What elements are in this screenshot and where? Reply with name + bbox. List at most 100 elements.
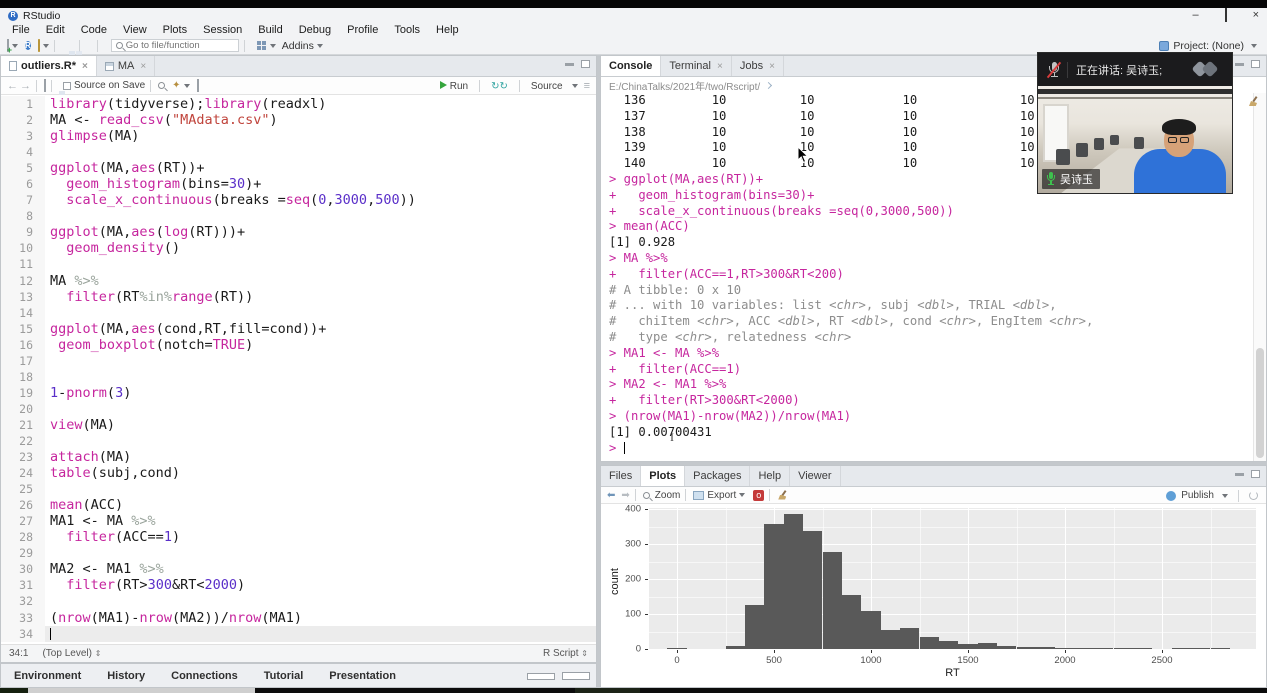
source-button[interactable]: Source	[531, 81, 563, 92]
menu-view[interactable]: View	[115, 24, 155, 36]
tab-tutorial[interactable]: Tutorial	[251, 670, 317, 682]
plot-back-icon[interactable]: ⬅	[607, 490, 615, 501]
editor-maximize-icon[interactable]	[581, 60, 590, 68]
source-on-save-checkbox[interactable]	[63, 82, 71, 90]
plots-maximize-icon[interactable]	[1251, 470, 1260, 478]
console-tab-console[interactable]: Console	[601, 56, 661, 76]
code-line: 11	[1, 256, 596, 272]
tab-presentation[interactable]: Presentation	[316, 670, 409, 682]
console-scrollbar-thumb[interactable]	[1256, 348, 1264, 458]
code-tools-icon[interactable]: ✦	[172, 80, 180, 91]
refresh-plot-icon[interactable]	[1249, 491, 1258, 500]
close-tab-icon[interactable]: ×	[82, 61, 88, 72]
line-number: 9	[1, 224, 45, 240]
plot-forward-icon[interactable]: ➡	[621, 490, 629, 501]
plots-minimize-icon[interactable]	[1235, 473, 1244, 476]
new-project-button[interactable]: R	[25, 40, 31, 51]
find-icon[interactable]	[158, 82, 165, 89]
rerun-button[interactable]: ↻↻	[491, 81, 508, 92]
open-file-caret[interactable]	[43, 44, 49, 48]
menu-edit[interactable]: Edit	[38, 24, 73, 36]
menu-code[interactable]: Code	[73, 24, 115, 36]
nav-back-icon[interactable]: ←	[7, 80, 18, 92]
chair	[1056, 149, 1070, 165]
scope-selector[interactable]: (Top Level) ⇕	[42, 648, 101, 659]
participant-name-badge: 吴诗玉	[1042, 169, 1100, 189]
editor-minimize-icon[interactable]	[565, 63, 574, 66]
editor-tab-ma[interactable]: MA ×	[97, 56, 155, 76]
code-editor[interactable]: 1library(tidyverse);library(readxl)2MA <…	[1, 96, 596, 644]
menu-help[interactable]: Help	[428, 24, 467, 36]
code-line: 23attach(MA)	[1, 449, 596, 465]
y-axis-title: count	[609, 568, 621, 595]
menu-build[interactable]: Build	[250, 24, 290, 36]
code-tools-caret[interactable]	[184, 84, 190, 88]
tab-history[interactable]: History	[94, 670, 158, 682]
maximize-button[interactable]	[1225, 9, 1227, 21]
editor-tab-label: MA	[118, 60, 135, 72]
line-number: 3	[1, 128, 45, 144]
console-scrollbar[interactable]	[1253, 93, 1266, 461]
plots-tab-packages[interactable]: Packages	[685, 466, 750, 486]
publish-button[interactable]: Publish	[1181, 490, 1214, 501]
new-file-caret[interactable]	[12, 44, 18, 48]
menu-debug[interactable]: Debug	[291, 24, 339, 36]
addins-button[interactable]: Addins	[282, 40, 314, 52]
menu-plots[interactable]: Plots	[155, 24, 195, 36]
compile-report-icon[interactable]	[197, 80, 199, 91]
menu-tools[interactable]: Tools	[386, 24, 428, 36]
meeting-overlay[interactable]: 正在讲话: 吴诗玉; 吴诗玉	[1037, 52, 1233, 194]
console-tab-terminal[interactable]: Terminal×	[661, 56, 731, 76]
goto-file-input[interactable]	[126, 40, 234, 51]
addins-caret[interactable]	[317, 44, 323, 48]
source-caret[interactable]	[572, 84, 578, 88]
remove-plot-button[interactable]: o	[753, 490, 764, 501]
clear-plots-icon[interactable]	[777, 490, 788, 501]
lower-maximize-icon[interactable]	[562, 672, 590, 680]
code-line: 8	[1, 208, 596, 224]
cwd-goto-icon[interactable]	[765, 81, 772, 88]
line-number: 33	[1, 610, 45, 626]
tab-connections[interactable]: Connections	[158, 670, 251, 682]
plots-tab-plots[interactable]: Plots	[641, 466, 685, 486]
console-tab-jobs[interactable]: Jobs×	[732, 56, 784, 76]
popout-icon[interactable]	[44, 80, 46, 91]
zoom-button[interactable]: Zoom	[655, 490, 681, 501]
menu-session[interactable]: Session	[195, 24, 250, 36]
close-tab-icon[interactable]: ×	[717, 61, 723, 72]
menu-profile[interactable]: Profile	[339, 24, 386, 36]
plots-tab-viewer[interactable]: Viewer	[790, 466, 840, 486]
code-line: 2MA <- read_csv("MAdata.csv")	[1, 112, 596, 128]
outline-icon[interactable]: ≡	[584, 80, 590, 92]
mic-muted-icon[interactable]	[1047, 61, 1061, 79]
panes-layout-caret[interactable]	[270, 44, 276, 48]
export-caret[interactable]	[739, 493, 745, 497]
publish-caret[interactable]	[1222, 494, 1228, 498]
line-number: 27	[1, 513, 45, 529]
close-tab-icon[interactable]: ×	[140, 61, 146, 72]
line-number: 7	[1, 192, 45, 208]
x-tick-label: 500	[766, 655, 782, 666]
plots-tab-help[interactable]: Help	[750, 466, 790, 486]
open-file-button[interactable]	[38, 40, 40, 51]
new-file-button[interactable]	[7, 40, 9, 51]
tab-environment[interactable]: Environment	[1, 670, 94, 682]
nav-forward-icon[interactable]: →	[20, 80, 31, 92]
panes-layout-button[interactable]	[257, 41, 267, 51]
editor-tab-outliersr[interactable]: outliers.R*×	[1, 56, 97, 76]
minimize-button[interactable]: –	[1192, 9, 1198, 21]
lower-restore-icon[interactable]	[527, 673, 555, 680]
console-maximize-icon[interactable]	[1251, 60, 1260, 68]
close-tab-icon[interactable]: ×	[769, 61, 775, 72]
menu-file[interactable]: File	[4, 24, 38, 36]
project-selector[interactable]: Project: (None)	[1159, 40, 1257, 52]
run-button[interactable]: Run	[440, 81, 468, 92]
doc-type-selector[interactable]: R Script ⇕	[543, 648, 588, 659]
close-button[interactable]: ×	[1253, 9, 1259, 21]
goto-file-box[interactable]	[111, 39, 239, 52]
export-button[interactable]: Export	[707, 490, 736, 501]
plots-tab-files[interactable]: Files	[601, 466, 641, 486]
console-minimize-icon[interactable]	[1235, 63, 1244, 66]
y-tick-label: 400	[615, 504, 641, 515]
zoom-plot-icon[interactable]	[643, 492, 650, 499]
